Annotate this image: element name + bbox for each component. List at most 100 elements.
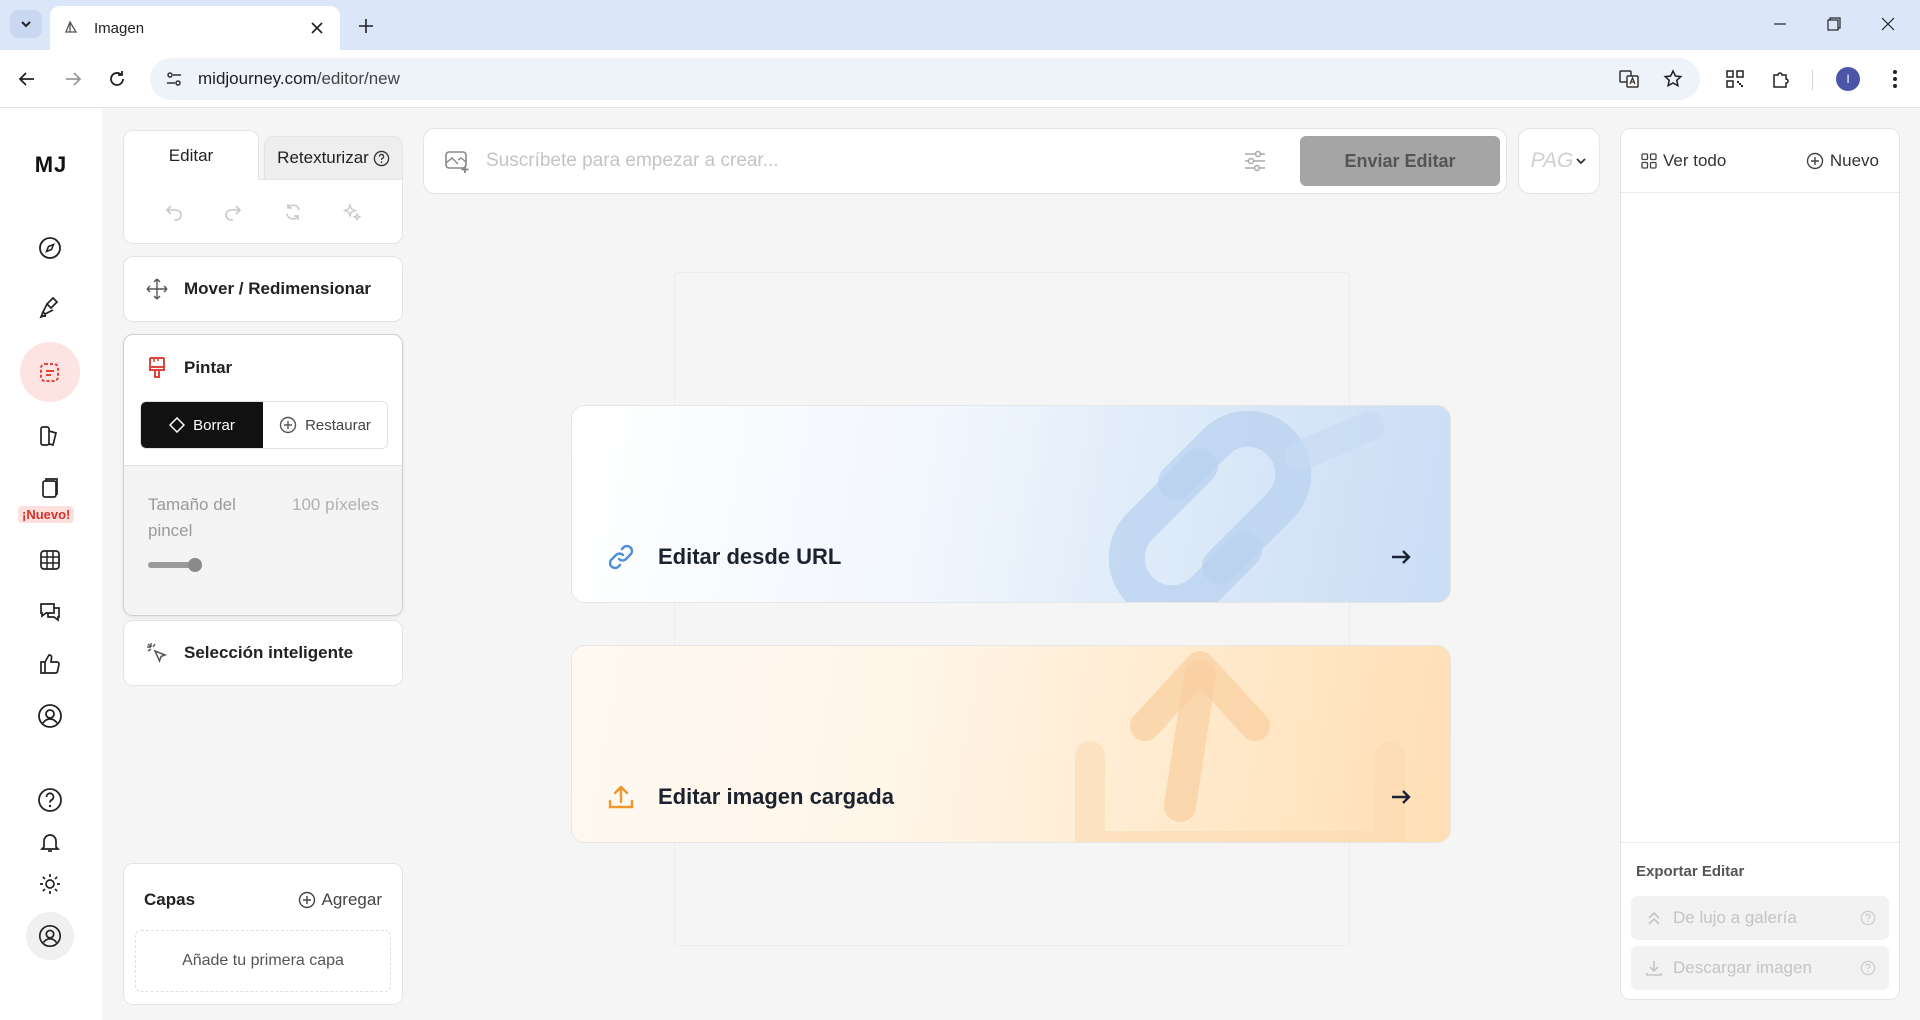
paint-tool-panel: Pintar Borrar Restaurar Tamaño del pince… xyxy=(123,334,403,616)
profile-circle-icon[interactable] xyxy=(30,696,70,736)
help-question-icon[interactable] xyxy=(1859,909,1877,927)
arrow-right-icon xyxy=(1386,542,1416,572)
grid-icon xyxy=(1641,152,1657,169)
erase-button[interactable]: Borrar xyxy=(141,402,263,448)
reset-refresh-icon[interactable] xyxy=(278,197,308,227)
create-brush-icon[interactable] xyxy=(30,288,70,328)
qr-code-icon[interactable] xyxy=(1720,64,1750,94)
restore-button[interactable]: Restaurar xyxy=(263,402,387,448)
bell-icon[interactable] xyxy=(30,822,70,862)
browser-tabstrip: Imagen xyxy=(0,0,1920,50)
canvas-area xyxy=(674,272,1350,946)
help-question-icon[interactable] xyxy=(30,780,70,820)
back-button[interactable] xyxy=(12,64,42,94)
minimize-icon xyxy=(1774,23,1786,25)
new-tab-button[interactable] xyxy=(352,12,380,40)
brush-size-slider[interactable] xyxy=(148,558,202,572)
browser-menu-icon[interactable] xyxy=(1880,64,1910,94)
history-header: Ver todo Nuevo xyxy=(1621,129,1899,193)
moodboard-icon[interactable] xyxy=(30,468,70,508)
explore-compass-icon[interactable] xyxy=(30,228,70,268)
tab-search-button[interactable] xyxy=(10,10,42,38)
mj-logo[interactable]: MJ xyxy=(0,152,102,178)
bookmark-star-icon[interactable] xyxy=(1658,64,1688,94)
layers-panel: Capas Agregar Añade tu primera capa xyxy=(123,863,403,1005)
help-question-icon[interactable] xyxy=(1859,959,1877,977)
organize-icon[interactable] xyxy=(30,416,70,456)
paint-mode-toggle: Borrar Restaurar xyxy=(140,401,388,449)
restore-window-icon xyxy=(1827,17,1841,31)
download-icon xyxy=(1643,957,1665,979)
paint-tool-header[interactable]: Pintar xyxy=(124,355,252,381)
submit-edit-button[interactable]: Enviar Editar xyxy=(1300,136,1500,186)
translate-icon[interactable] xyxy=(1614,64,1644,94)
sun-theme-icon[interactable] xyxy=(30,864,70,904)
url-host: midjourney.com xyxy=(198,69,317,88)
view-all-button[interactable]: Ver todo xyxy=(1641,151,1726,171)
plus-icon xyxy=(359,19,373,33)
download-image-button[interactable]: Descargar imagen xyxy=(1631,946,1889,990)
forward-button[interactable] xyxy=(58,64,88,94)
settings-sliders-icon[interactable] xyxy=(1240,146,1270,176)
tab-retexture-label: Retexturizar xyxy=(277,148,369,167)
move-arrows-icon xyxy=(144,276,170,302)
move-resize-label: Mover / Redimensionar xyxy=(184,279,372,298)
restore-button[interactable] xyxy=(1814,10,1854,38)
upscale-to-gallery-button[interactable]: De lujo a galería xyxy=(1631,896,1889,940)
edit-uploaded-image-card[interactable]: Editar imagen cargada xyxy=(571,645,1451,843)
paint-label: Pintar xyxy=(184,358,233,377)
edit-from-url-label: Editar desde URL xyxy=(658,544,842,569)
pag-selector[interactable]: PAG xyxy=(1518,128,1600,194)
layers-header: Capas Agregar xyxy=(144,890,382,910)
extensions-puzzle-icon[interactable] xyxy=(1766,64,1796,94)
tab-retexture[interactable]: Retexturizar xyxy=(264,136,403,180)
close-tab-icon[interactable] xyxy=(306,17,328,39)
site-info-icon[interactable] xyxy=(162,67,186,91)
export-section: Exportar Editar De lujo a galería Descar… xyxy=(1621,842,1899,999)
toolbar-divider xyxy=(1812,70,1813,90)
redo-icon[interactable] xyxy=(218,197,248,227)
edit-from-url-card[interactable]: Editar desde URL xyxy=(571,405,1451,603)
add-first-layer[interactable]: Añade tu primera capa xyxy=(135,930,391,992)
address-bar[interactable]: midjourney.com/editor/new xyxy=(150,58,1700,100)
rooms-grid-icon[interactable] xyxy=(30,540,70,580)
edit-nav-button[interactable] xyxy=(20,342,80,402)
image-add-icon[interactable] xyxy=(442,146,472,176)
to-gallery-label: De lujo a galería xyxy=(1673,908,1797,927)
tab-edit[interactable]: Editar xyxy=(123,130,259,180)
eraser-icon xyxy=(169,417,186,433)
undo-icon[interactable] xyxy=(159,197,189,227)
user-avatar-icon xyxy=(38,924,62,948)
move-resize-tool[interactable]: Mover / Redimensionar xyxy=(123,256,403,322)
erase-label: Borrar xyxy=(193,416,235,434)
left-nav: MJ ¡Nuevo! xyxy=(0,108,102,1020)
new-edit-button[interactable]: Nuevo xyxy=(1806,151,1879,171)
prompt-bar: Suscríbete para empezar a crear... Envia… xyxy=(423,128,1507,194)
editor-app: MJ ¡Nuevo! Editar Retexturizar Mover / R… xyxy=(0,108,1920,1020)
pag-label: PAG xyxy=(1530,149,1574,172)
browser-tab[interactable]: Imagen xyxy=(50,6,340,50)
chat-icon[interactable] xyxy=(30,592,70,632)
add-layer-button[interactable]: Agregar xyxy=(298,890,382,910)
slider-knob[interactable] xyxy=(188,558,202,572)
reload-icon xyxy=(110,71,124,86)
smart-select-tool[interactable]: Selección inteligente xyxy=(123,620,403,686)
add-layer-label: Agregar xyxy=(321,890,382,909)
close-window-button[interactable] xyxy=(1868,10,1908,38)
account-avatar-button[interactable] xyxy=(26,912,74,960)
thumbs-up-icon[interactable] xyxy=(30,644,70,684)
edit-from-url-row: Editar desde URL xyxy=(604,540,1416,574)
arrow-right-icon xyxy=(1386,782,1416,812)
link-icon xyxy=(604,540,638,574)
reload-button[interactable] xyxy=(102,64,132,94)
profile-button[interactable]: I xyxy=(1833,64,1863,94)
tab-title: Imagen xyxy=(94,19,145,37)
url-text[interactable]: midjourney.com/editor/new xyxy=(198,69,1600,89)
minimize-button[interactable] xyxy=(1760,10,1800,38)
plus-circle-icon xyxy=(298,891,315,909)
prompt-input[interactable]: Suscríbete para empezar a crear... xyxy=(486,150,1240,172)
magic-sparkle-icon[interactable] xyxy=(337,197,367,227)
smart-select-label: Selección inteligente xyxy=(184,643,354,662)
history-controls xyxy=(123,179,403,244)
edit-uploaded-label: Editar imagen cargada xyxy=(658,784,894,809)
